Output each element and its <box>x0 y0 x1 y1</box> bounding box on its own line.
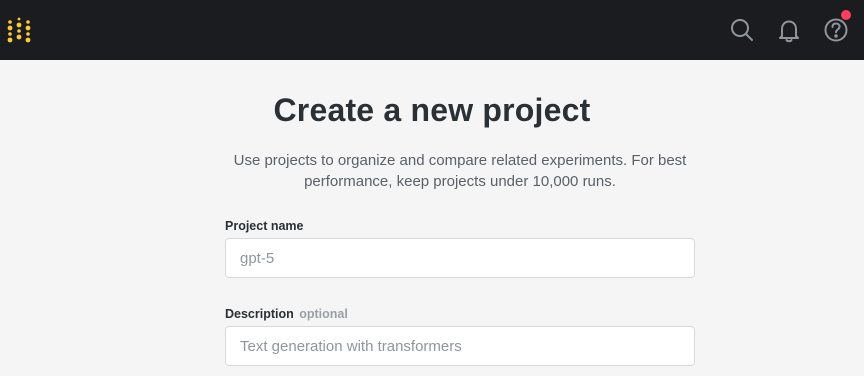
wandb-logo-icon[interactable] <box>7 17 33 43</box>
top-navigation-bar <box>0 0 864 60</box>
project-name-label-text: Project name <box>225 219 304 233</box>
page-title: Create a new project <box>273 92 591 128</box>
notification-badge <box>841 10 851 20</box>
search-icon[interactable] <box>729 17 755 43</box>
create-project-page: Create a new project Use projects to org… <box>0 60 864 376</box>
bell-icon[interactable] <box>776 17 802 43</box>
project-name-label: Project name <box>225 219 304 233</box>
help-icon[interactable] <box>823 10 851 43</box>
page-subtitle: Use projects to organize and compare rel… <box>233 152 687 190</box>
description-label: Description optional <box>225 307 348 321</box>
description-input[interactable] <box>225 326 695 366</box>
optional-tag: optional <box>299 307 348 321</box>
description-label-text: Description <box>225 307 294 321</box>
project-name-input[interactable] <box>225 238 695 278</box>
